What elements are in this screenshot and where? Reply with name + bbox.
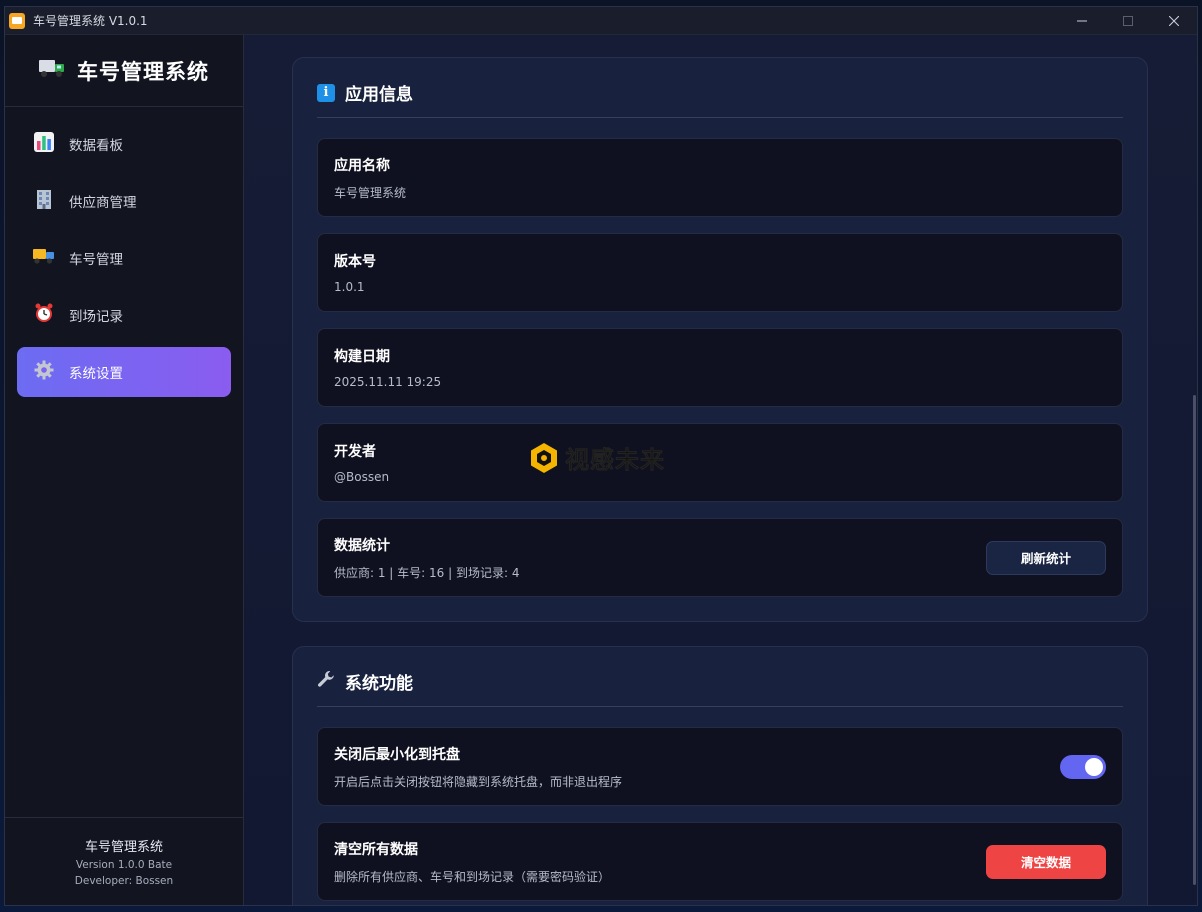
row-label: 数据统计 <box>334 537 390 554</box>
sidebar-item-label: 系统设置 <box>69 366 123 382</box>
window-controls <box>1059 7 1197 34</box>
maximize-icon <box>1123 15 1133 26</box>
sidebar-item-suppliers[interactable]: 供应商管理 <box>17 176 231 226</box>
row-value: 1.0.1 <box>334 280 365 294</box>
info-icon: i <box>317 83 335 102</box>
footer-version: Version 1.0.0 Bate <box>75 859 173 871</box>
brand: 车号管理系统 <box>5 35 243 107</box>
system-functions-card: 系统功能 关闭后最小化到托盘 开启后点击关闭按钮将隐藏到系统托盘，而非退出程序 … <box>292 646 1148 905</box>
wrench-icon <box>317 670 335 693</box>
card-title: 应用信息 <box>345 85 413 105</box>
sidebar-item-dashboard[interactable]: 数据看板 <box>17 119 231 169</box>
maximize-button[interactable] <box>1105 7 1151 34</box>
sidebar: 车号管理系统 数据看板 供应商管理 车号管理 到场记录 系统设置 车号管理系统 … <box>5 35 244 905</box>
card-title: 系统功能 <box>345 674 413 694</box>
scrollbar[interactable] <box>1193 395 1196 885</box>
sidebar-item-label: 供应商管理 <box>69 195 137 211</box>
sidebar-item-label: 车号管理 <box>69 252 123 268</box>
info-row-statistics: 数据统计 供应商: 1 | 车号: 16 | 到场记录: 4 刷新统计 <box>317 518 1123 597</box>
app-info-card: i 应用信息 应用名称 车号管理系统 版本号 1.0.1 构建日期 2025.1… <box>292 57 1148 622</box>
sidebar-item-arrivals[interactable]: 到场记录 <box>17 290 231 340</box>
row-value: 2025.11.11 19:25 <box>334 375 442 389</box>
row-label: 构建日期 <box>334 349 390 365</box>
row-label: 应用名称 <box>334 157 390 174</box>
row-label: 关闭后最小化到托盘 <box>334 746 460 763</box>
sidebar-footer: 车号管理系统 Version 1.0.0 Bate Developer: Bos… <box>5 817 243 905</box>
bar-chart-icon <box>33 131 55 157</box>
row-value: @Bossen <box>334 470 390 484</box>
info-row-app-name: 应用名称 车号管理系统 <box>317 138 1123 217</box>
row-label: 清空所有数据 <box>334 841 418 858</box>
minimize-button[interactable] <box>1059 7 1105 34</box>
footer-developer: Developer: Bossen <box>74 875 174 887</box>
gear-icon <box>33 360 55 385</box>
minimize-to-tray-toggle[interactable] <box>1060 754 1106 779</box>
settings-content[interactable]: i 应用信息 应用名称 车号管理系统 版本号 1.0.1 构建日期 2025.1… <box>244 35 1197 905</box>
footer-app-name: 车号管理系统 <box>84 840 163 855</box>
minimize-icon <box>1077 20 1087 21</box>
info-row-build-date: 构建日期 2025.11.11 19:25 <box>317 328 1123 407</box>
app-icon <box>9 12 25 29</box>
sidebar-item-label: 数据看板 <box>69 138 123 154</box>
window-title: 车号管理系统 V1.0.1 <box>33 14 148 28</box>
info-row-version: 版本号 1.0.1 <box>317 233 1123 312</box>
alarm-clock-icon <box>33 303 55 328</box>
sidebar-nav: 数据看板 供应商管理 车号管理 到场记录 系统设置 <box>5 107 243 409</box>
row-value: 供应商: 1 | 车号: 16 | 到场记录: 4 <box>334 565 520 580</box>
card-header: i 应用信息 <box>317 80 1123 118</box>
truck-icon <box>39 57 67 85</box>
setting-row-clear-data: 清空所有数据 删除所有供应商、车号和到场记录（需要密码验证） 清空数据 <box>317 822 1123 901</box>
card-header: 系统功能 <box>317 669 1123 707</box>
close-icon <box>1169 15 1179 26</box>
row-value: 车号管理系统 <box>334 185 407 200</box>
row-value: 开启后点击关闭按钮将隐藏到系统托盘，而非退出程序 <box>334 774 623 789</box>
row-value: 删除所有供应商、车号和到场记录（需要密码验证） <box>334 869 611 884</box>
app-window: 车号管理系统 V1.0.1 车号管理系统 数据看板 供应商管理 车号管理 到场记… <box>4 6 1198 906</box>
row-label: 开发者 <box>334 444 376 460</box>
close-button[interactable] <box>1151 7 1197 34</box>
brand-title: 车号管理系统 <box>77 59 209 84</box>
row-label: 版本号 <box>334 254 376 270</box>
toggle-knob <box>1085 757 1103 776</box>
setting-row-minimize-to-tray: 关闭后最小化到托盘 开启后点击关闭按钮将隐藏到系统托盘，而非退出程序 <box>317 727 1123 806</box>
delivery-truck-icon <box>33 247 55 270</box>
info-row-developer: 开发者 @Bossen <box>317 423 1123 502</box>
sidebar-item-vehicles[interactable]: 车号管理 <box>17 233 231 283</box>
refresh-stats-button[interactable]: 刷新统计 <box>986 540 1106 575</box>
sidebar-item-settings[interactable]: 系统设置 <box>17 347 231 397</box>
sidebar-item-label: 到场记录 <box>69 309 123 325</box>
building-icon <box>33 189 55 214</box>
title-bar[interactable]: 车号管理系统 V1.0.1 <box>5 7 1197 35</box>
clear-data-button[interactable]: 清空数据 <box>986 844 1106 879</box>
